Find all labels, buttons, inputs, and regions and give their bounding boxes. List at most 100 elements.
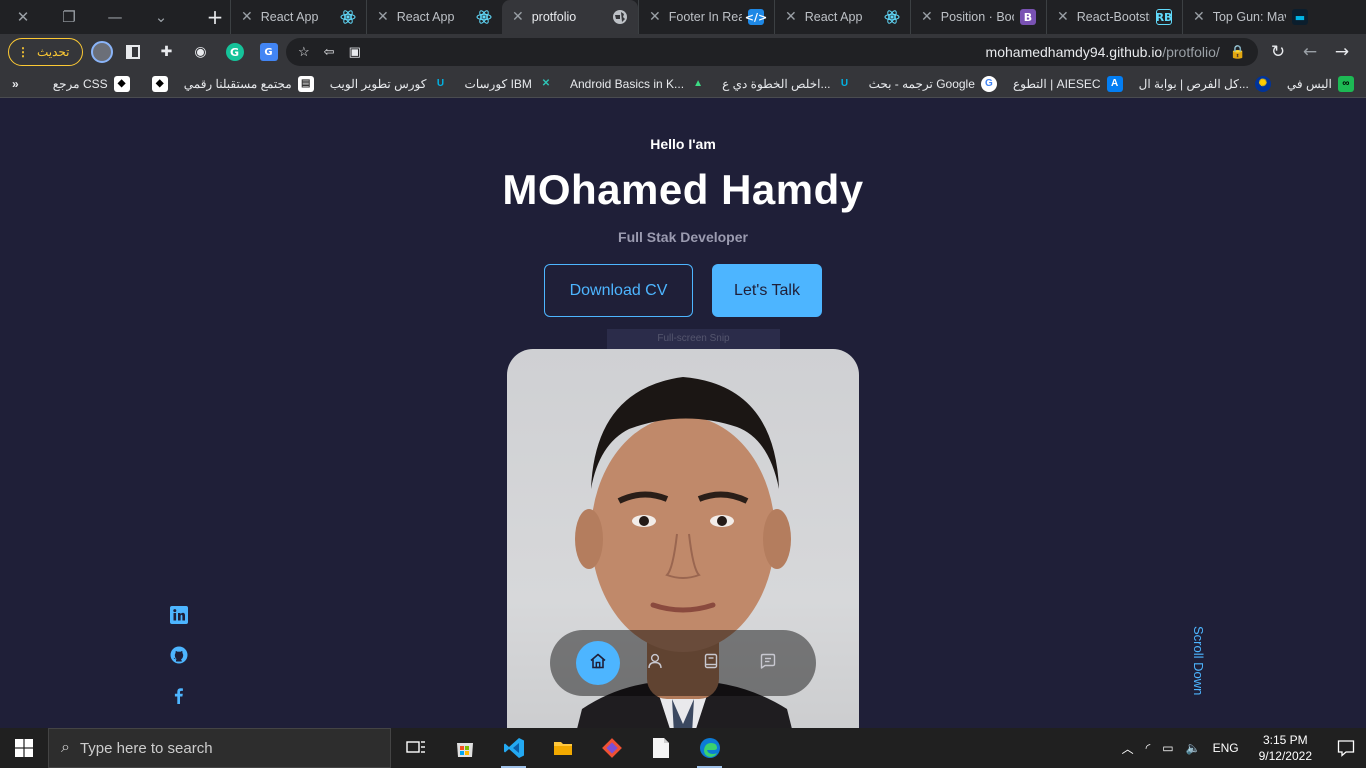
browser-tab[interactable]: ✕ Footer In Rea </>	[638, 0, 774, 34]
new-tab-button[interactable]: +	[200, 5, 230, 29]
nav-buttons: ↻ ← →	[1262, 34, 1358, 70]
bookmark-item[interactable]: مرجع CSS ◆	[52, 75, 130, 92]
bookmark-item[interactable]: كل الفرص | بوابة ال... ✺	[1139, 75, 1271, 92]
bookmark-label: كورسات IBM	[464, 76, 532, 91]
browser-toolbar: ⋮ تحديث ✚ ◉ G G ☆ ⇦ ▣ mohamedhamdy94.git…	[0, 34, 1366, 70]
browser-tab-active[interactable]: ✕ protfolio	[502, 0, 638, 34]
restore-window-icon[interactable]: ❐	[46, 0, 92, 34]
bookmark-item[interactable]: اخلص الخطوة دي ع... U	[722, 76, 852, 92]
notepad-icon[interactable]	[636, 728, 685, 768]
bookmark-item[interactable]: ترجمه - بحث Google G	[869, 75, 997, 92]
address-bar[interactable]: ☆ ⇦ ▣ mohamedhamdy94.github.io/protfolio…	[286, 38, 1258, 66]
close-window-icon[interactable]: ✕	[0, 0, 46, 34]
close-tab-icon[interactable]: ✕	[921, 9, 933, 25]
tab-title: Position · Boo	[940, 10, 1014, 24]
portfolio-page: Hello I'am MOhamed Hamdy Full Stak Devel…	[0, 98, 1366, 728]
nav-about[interactable]	[633, 641, 677, 685]
rb-icon: RB	[1155, 9, 1173, 25]
wifi-icon[interactable]: ◜	[1146, 741, 1151, 755]
forward-icon[interactable]: ←	[1294, 42, 1326, 62]
bookmark-item[interactable]: Android Basics in K... ▲	[570, 76, 706, 92]
more-bookmarks-icon[interactable]: »	[12, 77, 19, 91]
nav-contact[interactable]	[746, 641, 790, 685]
close-tab-icon[interactable]: ✕	[512, 9, 524, 25]
tab-title: React App	[804, 10, 863, 24]
close-tab-icon[interactable]: ✕	[377, 9, 389, 25]
hero-greeting: Hello I'am	[650, 136, 716, 152]
reload-icon[interactable]: ↻	[1262, 42, 1294, 62]
nav-experience[interactable]	[689, 641, 733, 685]
extension-record-icon[interactable]: ◉	[187, 38, 215, 66]
tab-title: protfolio	[531, 10, 577, 24]
browser-tab[interactable]: ✕ Top Gun: Mav ▬	[1182, 0, 1318, 34]
taskbar-clock[interactable]: 3:15 PM 9/12/2022	[1259, 732, 1312, 764]
browser-tab[interactable]: ✕ React App	[774, 0, 910, 34]
extensions-icon[interactable]: ✚	[153, 38, 181, 66]
eu-icon: ✺	[1254, 75, 1271, 92]
udacity-icon: U	[840, 78, 849, 89]
bookmark-label: مرجع CSS	[52, 76, 108, 91]
scroll-down-link[interactable]: Scroll Down	[1176, 626, 1206, 710]
download-cv-button[interactable]: Download CV	[544, 264, 693, 317]
task-view-icon[interactable]	[391, 728, 440, 768]
tab-search-icon[interactable]: ⌄	[138, 0, 184, 34]
vscode-icon[interactable]	[489, 728, 538, 768]
bookmark-item[interactable]: كورسات IBM ✕	[465, 76, 554, 92]
taskbar-search-box[interactable]: ⌕ Type here to search	[48, 728, 391, 768]
url-path: /protfolio/	[1162, 44, 1220, 60]
browser-tab[interactable]: ✕ React-Bootstr RB	[1046, 0, 1182, 34]
file-explorer-icon[interactable]	[538, 728, 587, 768]
windows-start-icon[interactable]	[0, 728, 48, 768]
update-button[interactable]: ⋮ تحديث	[8, 38, 83, 66]
screenshot-icon[interactable]: ▣	[349, 44, 361, 60]
lock-icon[interactable]: 🔒	[1230, 44, 1246, 60]
url-host: mohamedhamdy94.github.io	[985, 44, 1163, 60]
bookmark-item[interactable]: اليس في ∞	[1286, 75, 1354, 92]
tray-expand-icon[interactable]: ︿	[1122, 740, 1134, 757]
react-icon	[884, 9, 900, 25]
close-tab-icon[interactable]: ✕	[1193, 9, 1205, 25]
close-tab-icon[interactable]: ✕	[785, 9, 797, 25]
nav-home[interactable]	[576, 641, 621, 685]
facebook-icon[interactable]	[170, 686, 188, 726]
profile-avatar[interactable]	[90, 41, 113, 63]
volume-icon[interactable]: 🔈	[1186, 741, 1201, 755]
notification-icon[interactable]	[1326, 739, 1366, 757]
minimize-window-icon[interactable]: —	[92, 0, 138, 34]
bookmark-label: اليس في	[1286, 76, 1332, 91]
github-icon[interactable]	[170, 646, 188, 686]
udacity-icon: U	[436, 78, 445, 89]
edge-browser-icon[interactable]	[685, 728, 734, 768]
microsoft-store-icon[interactable]	[440, 728, 489, 768]
google-translate-icon[interactable]: G	[255, 38, 283, 66]
side-panel-icon[interactable]	[119, 38, 147, 66]
bookmark-item[interactable]: مجتمع مستقبلنا رقمي ▤	[184, 75, 314, 92]
tab-title: Top Gun: Mav	[1212, 10, 1286, 24]
close-tab-icon[interactable]: ✕	[1057, 9, 1069, 25]
lets-talk-button[interactable]: Let's Talk	[712, 264, 822, 317]
git-app-icon[interactable]	[587, 728, 636, 768]
bookmark-star-icon[interactable]: ☆	[298, 44, 310, 60]
browser-tab[interactable]: ✕ React App	[230, 0, 366, 34]
bootstrap-icon: B	[1020, 9, 1036, 25]
react-icon	[476, 9, 492, 25]
share-icon[interactable]: ⇦	[324, 44, 335, 60]
bookmark-item[interactable]: التطوع | AIESEC A	[1013, 75, 1123, 92]
language-indicator[interactable]: ENG	[1213, 741, 1239, 755]
window-controls: ✕ ❐ — ⌄	[0, 0, 184, 34]
close-tab-icon[interactable]: ✕	[649, 9, 661, 25]
grammarly-icon[interactable]: G	[221, 38, 249, 66]
bookmark-item[interactable]: ◆	[146, 75, 168, 92]
linkedin-icon[interactable]	[170, 606, 188, 646]
browser-tab[interactable]: ✕ Position · Boo B	[910, 0, 1046, 34]
bookmark-item[interactable]: كورس تطوير الويب U	[330, 76, 449, 92]
battery-icon[interactable]: ▭	[1162, 741, 1173, 755]
close-tab-icon[interactable]: ✕	[241, 9, 253, 25]
back-icon[interactable]: →	[1326, 42, 1358, 62]
floating-nav	[550, 630, 816, 696]
system-tray: ︿ ◜ ▭ 🔈 ENG 3:15 PM 9/12/2022	[1116, 728, 1366, 768]
kaggle-icon: ◆	[113, 75, 130, 92]
browser-tab[interactable]: ✕ React App	[366, 0, 502, 34]
clock-date: 9/12/2022	[1258, 749, 1312, 763]
tmdb-icon: ▬	[1292, 9, 1308, 25]
